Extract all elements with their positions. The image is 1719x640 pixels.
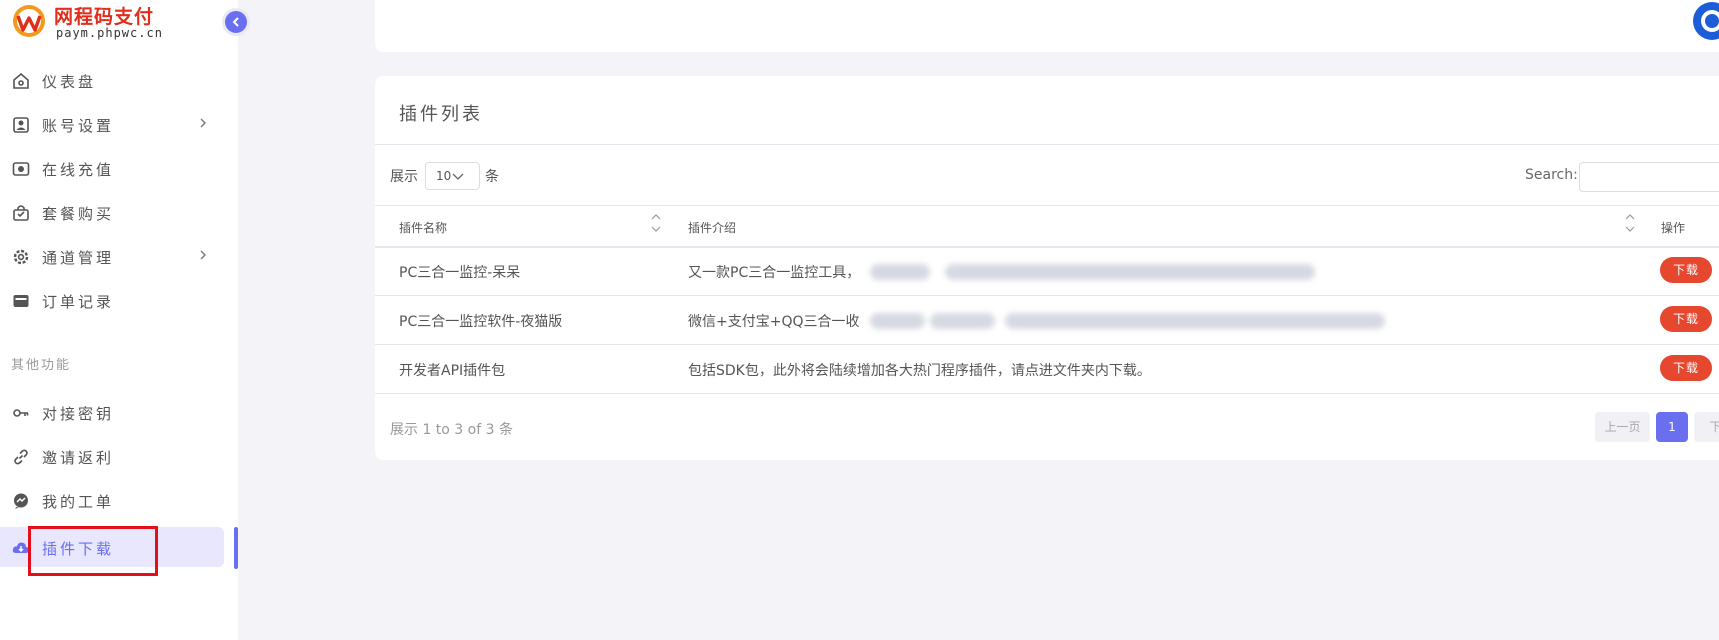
blurred-text (930, 313, 995, 329)
pagination-prev-button[interactable]: 上一页 (1595, 412, 1650, 442)
chevron-right-icon (200, 118, 206, 128)
chevron-left-icon (232, 17, 239, 27)
row-divider (375, 295, 1719, 296)
sidebar-item-label: 对接密钥 (42, 405, 115, 423)
row-divider (375, 393, 1719, 394)
sidebar-item-label: 订单记录 (42, 293, 115, 311)
sidebar-item-channel-management[interactable]: 通道管理 (0, 236, 224, 276)
wallet-icon (12, 162, 30, 176)
search-label: Search: (1525, 167, 1578, 183)
sidebar-item-online-recharge[interactable]: 在线充值 (0, 148, 224, 188)
link-icon (14, 449, 28, 465)
column-header-plugin-description[interactable]: 插件介绍 (688, 219, 736, 236)
row-divider (375, 344, 1719, 345)
brand-domain: paym.phpwc.cn (56, 26, 163, 40)
sidebar-item-dashboard[interactable]: 仪表盘 (0, 60, 224, 100)
plugin-description-cell: 微信+支付宝+QQ三合一收 (688, 314, 860, 330)
chevron-down-icon (452, 173, 464, 180)
sidebar-collapse-button[interactable] (222, 8, 250, 36)
plugin-name-cell: PC三合一监控-呆呆 (399, 265, 521, 281)
key-icon (13, 409, 29, 417)
avatar-icon (1701, 10, 1719, 32)
user-card-icon (13, 117, 29, 133)
sidebar-item-label: 在线充值 (42, 161, 115, 179)
home-icon (13, 72, 29, 89)
gear-icon (13, 249, 29, 265)
blurred-text (870, 313, 925, 329)
message-icon (14, 493, 28, 509)
length-prefix: 展示 (390, 169, 418, 185)
table-header-bottom-border (375, 246, 1719, 248)
brand-logo-icon (13, 5, 45, 37)
shopping-bag-icon (13, 205, 29, 221)
download-button[interactable]: 下载 (1660, 355, 1712, 381)
sort-icon[interactable] (651, 212, 661, 234)
card-title: 插件列表 (399, 104, 483, 125)
search-input[interactable] (1579, 162, 1719, 192)
blurred-text (1005, 313, 1385, 329)
download-button[interactable]: 下载 (1660, 257, 1712, 283)
brand-name: 网程码支付 (54, 6, 155, 28)
column-header-action: 操作 (1661, 221, 1686, 235)
sidebar-item-invite-rebate[interactable]: 邀请返利 (0, 436, 224, 476)
sidebar-item-label: 仪表盘 (42, 73, 97, 91)
sidebar-item-label: 我的工单 (42, 493, 115, 511)
blurred-text (870, 264, 930, 280)
section-title-other-functions: 其他功能 (11, 358, 72, 373)
page-length-select[interactable]: 10 (425, 162, 480, 190)
plugin-description-cell: 又一款PC三合一监控工具， (688, 265, 861, 281)
blurred-text (945, 264, 1315, 280)
sidebar-item-label: 套餐购买 (42, 205, 115, 223)
chevron-right-icon (200, 250, 206, 260)
top-header-card (375, 0, 1719, 52)
page-length-value: 10 (436, 169, 452, 183)
order-card-icon (13, 295, 29, 307)
pagination-next-button[interactable]: 下一 (1694, 412, 1719, 442)
logo[interactable]: 网程码支付 paym.phpwc.cn (12, 2, 212, 42)
highlight-box (28, 526, 158, 576)
sidebar-item-package-purchase[interactable]: 套餐购买 (0, 192, 224, 232)
column-header-plugin-name[interactable]: 插件名称 (399, 219, 447, 236)
table-info: 展示 1 to 3 of 3 条 (390, 422, 513, 438)
sidebar-item-label: 账号设置 (42, 117, 115, 135)
plugin-list-card: 插件列表 展示 10 条 Search: 插件名称 插件介绍 操作 PC三合一监… (375, 76, 1719, 460)
sidebar: 网程码支付 paym.phpwc.cn 仪表盘 账号设置 在线充值 套餐购买 通… (0, 0, 238, 640)
sidebar-item-my-tickets[interactable]: 我的工单 (0, 480, 224, 520)
sidebar-item-label: 通道管理 (42, 249, 115, 267)
table-header-top-border (375, 205, 1719, 206)
download-button[interactable]: 下载 (1660, 306, 1712, 332)
length-suffix: 条 (485, 169, 499, 185)
sort-icon[interactable] (1625, 212, 1635, 234)
active-indicator (234, 527, 238, 569)
plugin-name-cell: PC三合一监控软件-夜猫版 (399, 314, 563, 330)
sidebar-item-account-settings[interactable]: 账号设置 (0, 104, 224, 144)
sidebar-item-order-records[interactable]: 订单记录 (0, 280, 224, 320)
sidebar-item-api-keys[interactable]: 对接密钥 (0, 392, 224, 432)
sidebar-item-label: 邀请返利 (42, 449, 115, 467)
plugin-description-cell: 包括SDK包，此外将会陆续增加各大热门程序插件，请点进文件夹内下载。 (688, 363, 1151, 379)
pagination-page-button[interactable]: 1 (1656, 412, 1688, 442)
card-divider (375, 144, 1719, 145)
plugin-name-cell: 开发者API插件包 (399, 363, 506, 379)
